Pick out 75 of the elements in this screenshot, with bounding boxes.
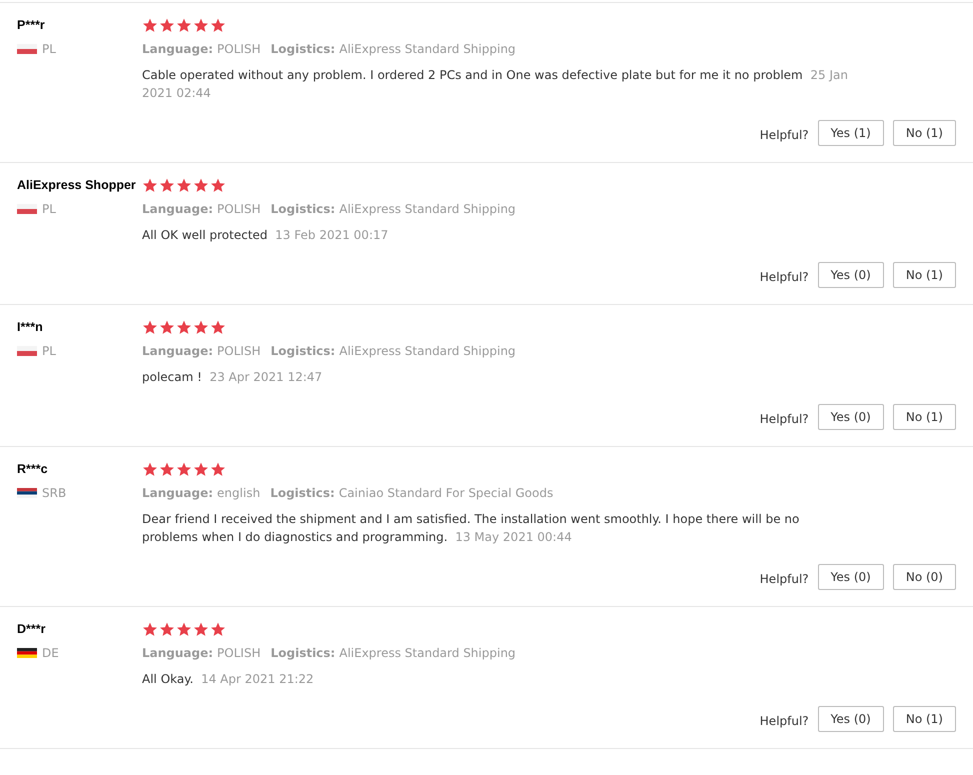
language-value: POLISH <box>217 344 261 358</box>
star-icon <box>210 18 226 32</box>
yes-button[interactable]: Yes (1) <box>818 120 884 146</box>
star-icon <box>159 622 175 636</box>
star-icon <box>142 178 158 192</box>
logistics-value: AliExpress Standard Shipping <box>339 344 516 358</box>
helpful-label: Helpful? <box>760 128 809 142</box>
country-code: SRB <box>42 486 66 500</box>
star-icon <box>176 462 192 476</box>
star-icon <box>193 18 209 32</box>
no-button[interactable]: No (1) <box>892 706 956 732</box>
no-button[interactable]: No (1) <box>892 120 956 146</box>
logistics-label: Logistics: <box>270 646 336 660</box>
country-code: PL <box>42 202 56 216</box>
star-icon <box>142 622 158 636</box>
star-icon <box>159 320 175 334</box>
yes-button[interactable]: Yes (0) <box>818 706 884 732</box>
reviewer-name: AliExpress Shopper <box>17 177 136 193</box>
review-text: Cable operated without any problem. I ordered 2 PCs and in One was defective plate but for me it no problem 25 Jan 2021 02:44 <box>142 67 849 102</box>
star-icon <box>142 462 158 476</box>
star-icon <box>159 18 175 32</box>
star-icon <box>159 462 175 476</box>
star-icon <box>142 320 158 334</box>
reviewer-name: I***n <box>17 319 43 335</box>
star-icon <box>193 622 209 636</box>
no-button[interactable]: No (0) <box>892 564 956 590</box>
language-label: Language: <box>142 344 214 358</box>
star-icon <box>176 320 192 334</box>
star-icon <box>193 462 209 476</box>
no-button[interactable]: No (1) <box>892 404 956 430</box>
star-icon <box>176 18 192 32</box>
logistics-value: Cainiao Standard For Special Goods <box>338 486 554 500</box>
reviewer-name: D***r <box>17 621 46 637</box>
review-text: polecam ! 23 Apr 2021 12:47 <box>142 369 324 386</box>
logistics-label: Logistics: <box>270 202 336 216</box>
language-value: POLISH <box>217 42 261 56</box>
star-icon <box>210 178 226 192</box>
reviewer-name: P***r <box>17 17 45 33</box>
logistics-label: Logistics: <box>270 344 336 358</box>
star-icon <box>210 462 226 476</box>
language-label: Language: <box>142 486 214 500</box>
star-icon <box>210 622 226 636</box>
star-icon <box>176 622 192 636</box>
language-value: POLISH <box>217 646 261 660</box>
review-text: All Okay. 14 Apr 2021 21:22 <box>142 671 315 688</box>
star-icon <box>159 178 175 192</box>
language-label: Language: <box>142 202 214 216</box>
logistics-label: Logistics: <box>270 42 336 56</box>
helpful-label: Helpful? <box>760 714 809 728</box>
country-code: PL <box>42 42 56 56</box>
logistics-value: AliExpress Standard Shipping <box>339 202 516 216</box>
logistics-value: AliExpress Standard Shipping <box>339 646 516 660</box>
helpful-label: Helpful? <box>760 270 809 284</box>
yes-button[interactable]: Yes (0) <box>818 564 884 590</box>
yes-button[interactable]: Yes (0) <box>818 262 884 288</box>
language-value: POLISH <box>217 202 261 216</box>
star-icon <box>193 178 209 192</box>
star-icon <box>142 18 158 32</box>
star-icon <box>193 320 209 334</box>
country-code: PL <box>42 344 56 358</box>
language-value: english <box>217 486 260 500</box>
language-label: Language: <box>142 42 214 56</box>
logistics-value: AliExpress Standard Shipping <box>339 42 516 56</box>
country-code: DE <box>42 646 59 660</box>
language-label: Language: <box>142 646 214 660</box>
helpful-label: Helpful? <box>760 572 809 586</box>
star-icon <box>176 178 192 192</box>
no-button[interactable]: No (1) <box>892 262 956 288</box>
reviewer-name: R***c <box>17 461 48 477</box>
review-text: Dear friend I received the shipment and I am satisfied. The installation went smoothly. I hope there will be no problems when I do diagnostics and programming. 13 May 2021 00:44 <box>142 511 800 546</box>
review-text: All OK well protected 13 Feb 2021 00:17 <box>142 227 390 244</box>
helpful-label: Helpful? <box>760 412 809 426</box>
logistics-label: Logistics: <box>270 486 335 500</box>
yes-button[interactable]: Yes (0) <box>818 404 884 430</box>
star-icon <box>210 320 226 334</box>
